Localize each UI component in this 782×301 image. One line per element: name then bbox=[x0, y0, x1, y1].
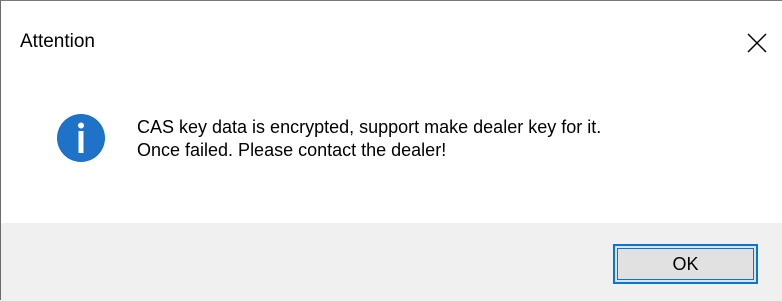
dialog-title: Attention bbox=[20, 31, 95, 52]
dialog-content: CAS key data is encrypted, support make … bbox=[1, 83, 782, 223]
message-line-1: CAS key data is encrypted, support make … bbox=[137, 117, 602, 137]
ok-button-label: OK bbox=[672, 254, 699, 274]
message-line-2: Once failed. Please contact the dealer! bbox=[137, 140, 447, 160]
close-icon bbox=[747, 33, 767, 53]
dialog-footer: OK bbox=[1, 223, 782, 301]
title-bar: Attention bbox=[1, 1, 782, 83]
close-button[interactable] bbox=[734, 23, 780, 61]
ok-button[interactable]: OK bbox=[613, 244, 758, 284]
message-dialog: Attention CAS key data is encrypted, sup… bbox=[0, 0, 782, 301]
info-icon bbox=[57, 114, 105, 162]
dialog-message: CAS key data is encrypted, support make … bbox=[137, 116, 601, 162]
